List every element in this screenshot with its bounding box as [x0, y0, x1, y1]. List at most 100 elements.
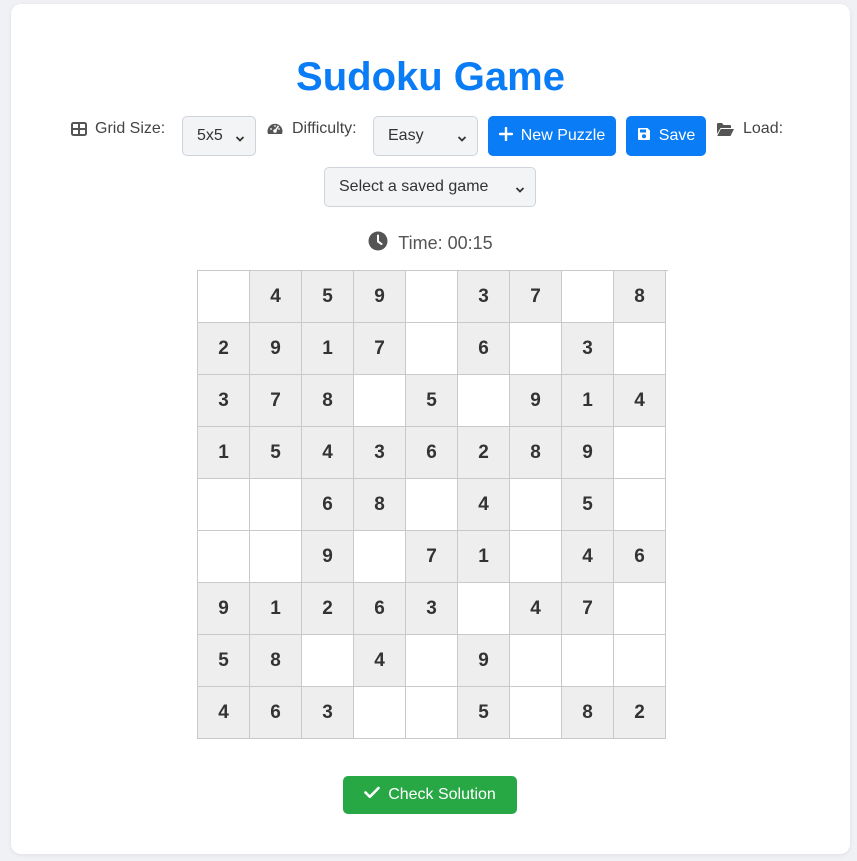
- sudoku-cell[interactable]: 6: [302, 479, 354, 531]
- save-button[interactable]: Save: [626, 116, 706, 156]
- sudoku-cell[interactable]: 9: [354, 271, 406, 323]
- sudoku-cell[interactable]: 3: [562, 323, 614, 375]
- sudoku-cell[interactable]: [406, 271, 458, 323]
- sudoku-cell[interactable]: 4: [510, 583, 562, 635]
- difficulty-label-text: Difficulty:: [292, 120, 357, 137]
- sudoku-cell[interactable]: 8: [354, 479, 406, 531]
- sudoku-cell[interactable]: [250, 531, 302, 583]
- sudoku-cell[interactable]: 4: [302, 427, 354, 479]
- sudoku-cell[interactable]: 4: [198, 687, 250, 739]
- sudoku-cell[interactable]: 1: [458, 531, 510, 583]
- sudoku-cell[interactable]: 7: [510, 271, 562, 323]
- sudoku-cell[interactable]: [614, 583, 666, 635]
- sudoku-cell[interactable]: 5: [198, 635, 250, 687]
- sudoku-cell[interactable]: 6: [614, 531, 666, 583]
- difficulty-select[interactable]: Easy: [373, 116, 478, 156]
- sudoku-cell[interactable]: 3: [406, 583, 458, 635]
- sudoku-cell[interactable]: [510, 635, 562, 687]
- sudoku-cell[interactable]: [510, 323, 562, 375]
- sudoku-cell[interactable]: [562, 271, 614, 323]
- difficulty-value: Easy: [388, 127, 424, 144]
- sudoku-cell[interactable]: [614, 323, 666, 375]
- sudoku-cell[interactable]: 1: [302, 323, 354, 375]
- sudoku-cell[interactable]: 2: [614, 687, 666, 739]
- sudoku-cell[interactable]: 3: [458, 271, 510, 323]
- sudoku-cell[interactable]: [198, 479, 250, 531]
- sudoku-cell[interactable]: 1: [562, 375, 614, 427]
- sudoku-cell[interactable]: 4: [250, 271, 302, 323]
- sudoku-cell[interactable]: 9: [302, 531, 354, 583]
- check-solution-button[interactable]: Check Solution: [343, 776, 517, 814]
- sudoku-cell[interactable]: [354, 531, 406, 583]
- sudoku-cell[interactable]: [510, 687, 562, 739]
- sudoku-cell[interactable]: [510, 479, 562, 531]
- new-puzzle-button[interactable]: New Puzzle: [488, 116, 616, 156]
- sudoku-cell[interactable]: 4: [458, 479, 510, 531]
- sudoku-cell[interactable]: [406, 635, 458, 687]
- sudoku-cell[interactable]: 6: [406, 427, 458, 479]
- sudoku-cell[interactable]: 2: [302, 583, 354, 635]
- sudoku-cell[interactable]: 4: [614, 375, 666, 427]
- sudoku-cell[interactable]: 5: [302, 271, 354, 323]
- difficulty-label: Difficulty:: [266, 120, 357, 138]
- clock-icon: [368, 231, 388, 256]
- sudoku-cell[interactable]: 8: [562, 687, 614, 739]
- sudoku-cell[interactable]: 7: [406, 531, 458, 583]
- folder-open-icon: [716, 122, 735, 137]
- sudoku-cell[interactable]: [250, 479, 302, 531]
- sudoku-cell[interactable]: 7: [250, 375, 302, 427]
- sudoku-cell[interactable]: [614, 427, 666, 479]
- sudoku-cell[interactable]: [614, 479, 666, 531]
- sudoku-cell[interactable]: 2: [198, 323, 250, 375]
- sudoku-cell[interactable]: 8: [302, 375, 354, 427]
- grid-icon: [71, 122, 87, 136]
- sudoku-cell[interactable]: 9: [562, 427, 614, 479]
- sudoku-cell[interactable]: [458, 583, 510, 635]
- sudoku-cell[interactable]: 4: [562, 531, 614, 583]
- sudoku-cell[interactable]: [406, 479, 458, 531]
- sudoku-cell[interactable]: 6: [354, 583, 406, 635]
- sudoku-cell[interactable]: 6: [250, 687, 302, 739]
- save-label: Save: [658, 127, 696, 144]
- sudoku-cell[interactable]: [406, 687, 458, 739]
- saved-game-select[interactable]: Select a saved game: [324, 167, 536, 207]
- sudoku-cell[interactable]: 9: [458, 635, 510, 687]
- sudoku-cell[interactable]: 3: [354, 427, 406, 479]
- sudoku-cell[interactable]: 8: [250, 635, 302, 687]
- sudoku-cell[interactable]: [510, 531, 562, 583]
- sudoku-cell[interactable]: 3: [302, 687, 354, 739]
- sudoku-cell[interactable]: 5: [250, 427, 302, 479]
- sudoku-cell[interactable]: [458, 375, 510, 427]
- page-title: Sudoku Game: [296, 55, 565, 99]
- sudoku-cell[interactable]: 9: [198, 583, 250, 635]
- chevron-down-icon: [515, 182, 525, 193]
- sudoku-cell[interactable]: 8: [510, 427, 562, 479]
- sudoku-cell[interactable]: 9: [250, 323, 302, 375]
- sudoku-cell[interactable]: [354, 687, 406, 739]
- sudoku-cell[interactable]: 7: [354, 323, 406, 375]
- sudoku-cell[interactable]: 1: [198, 427, 250, 479]
- sudoku-cell[interactable]: 1: [250, 583, 302, 635]
- sudoku-cell[interactable]: [406, 323, 458, 375]
- sudoku-board: 4593782917633785914154362896845971469126…: [197, 270, 668, 739]
- sudoku-cell[interactable]: 5: [406, 375, 458, 427]
- sudoku-cell[interactable]: [198, 531, 250, 583]
- load-label-text: Load:: [743, 120, 784, 137]
- sudoku-cell[interactable]: 5: [562, 479, 614, 531]
- sudoku-cell[interactable]: 8: [614, 271, 666, 323]
- saved-game-placeholder: Select a saved game: [339, 178, 489, 195]
- sudoku-cell[interactable]: 7: [562, 583, 614, 635]
- grid-size-select[interactable]: 5x5: [182, 116, 256, 156]
- sudoku-cell[interactable]: 2: [458, 427, 510, 479]
- sudoku-cell[interactable]: 9: [510, 375, 562, 427]
- sudoku-cell[interactable]: [302, 635, 354, 687]
- sudoku-cell[interactable]: [614, 635, 666, 687]
- sudoku-cell[interactable]: 3: [198, 375, 250, 427]
- sudoku-cell[interactable]: [562, 635, 614, 687]
- sudoku-cell[interactable]: [198, 271, 250, 323]
- sudoku-cell[interactable]: 6: [458, 323, 510, 375]
- sudoku-cell[interactable]: [354, 375, 406, 427]
- grid-size-label-text: Grid Size:: [95, 120, 166, 137]
- sudoku-cell[interactable]: 5: [458, 687, 510, 739]
- sudoku-cell[interactable]: 4: [354, 635, 406, 687]
